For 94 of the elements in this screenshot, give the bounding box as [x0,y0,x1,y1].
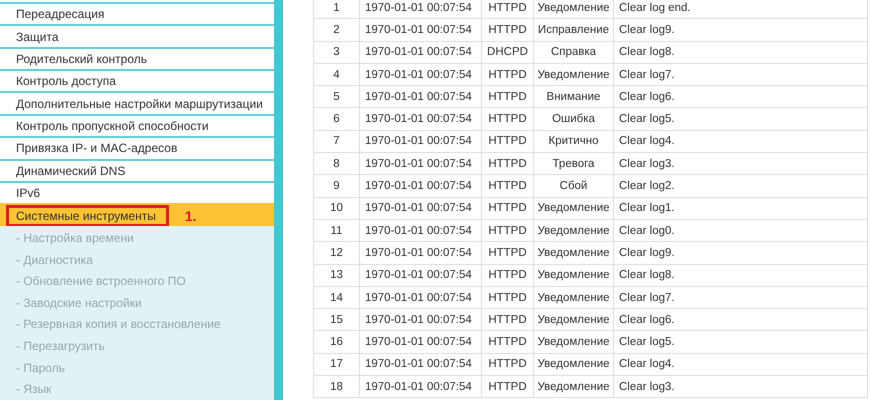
log-content: Clear log8. [614,264,868,286]
row-number: 7 [314,130,360,153]
log-time: 1970-01-01 00:07:54 [360,197,482,220]
row-number: 12 [314,242,360,264]
row-number: 15 [314,308,360,331]
row-number: 8 [314,152,360,175]
log-type: Уведомление [534,376,614,398]
log-type: Уведомление [534,353,614,376]
row-number: 2 [314,18,360,42]
log-module: HTTPD [482,353,534,376]
log-module: HTTPD [482,108,534,130]
log-type: Уведомление [534,264,614,286]
log-module: HTTPD [482,264,534,286]
log-content: Clear log3. [614,376,868,398]
log-time: 1970-01-01 00:07:54 [360,0,482,19]
log-time: 1970-01-01 00:07:54 [360,264,482,286]
row-number: 17 [314,353,360,376]
annotation-number: 1. [184,208,197,224]
log-type: Справка [534,41,614,64]
log-module: HTTPD [482,86,534,108]
log-content: Clear log8. [614,41,868,64]
log-module: HTTPD [482,63,534,86]
log-content: Clear log0. [614,219,868,242]
log-module: HTTPD [482,286,534,309]
log-module: HTTPD [482,0,534,19]
log-time: 1970-01-01 00:07:54 [360,330,482,354]
log-time: 1970-01-01 00:07:54 [360,152,482,175]
log-type: Ошибка [534,108,614,130]
log-content: Clear log7. [614,63,868,86]
log-content: Clear log7. [614,286,868,309]
log-type: Уведомление [534,308,614,331]
log-module: HTTPD [482,18,534,42]
row-number: 6 [314,108,360,130]
log-time: 1970-01-01 00:07:54 [360,219,482,242]
log-time: 1970-01-01 00:07:54 [360,376,482,398]
log-type: Уведомление [534,63,614,86]
log-type: Внимание [534,86,614,108]
log-time: 1970-01-01 00:07:54 [360,242,482,264]
log-type: Критично [534,130,614,153]
log-type: Уведомление [534,286,614,309]
log-module: HTTPD [482,197,534,220]
menu-item[interactable]: Контроль доступа [0,69,274,92]
row-number: 18 [314,376,360,398]
log-content: Clear log4. [614,353,868,376]
log-module: HTTPD [482,219,534,242]
log-content: Clear log6. [614,86,868,108]
log-module: HTTPD [482,242,534,264]
log-content: Clear log5. [614,330,868,354]
log-type: Тревога [534,152,614,175]
log-content: Clear log9. [614,242,868,264]
log-time: 1970-01-01 00:07:54 [360,286,482,309]
log-time: 1970-01-01 00:07:54 [360,308,482,331]
log-content: Clear log9. [614,18,868,42]
log-content: Clear log6. [614,308,868,331]
log-time: 1970-01-01 00:07:54 [360,353,482,376]
log-type: Сбой [534,174,614,198]
log-content: Clear log end. [614,0,868,19]
log-content: Clear log1. [614,197,868,220]
row-number: 1 [314,0,360,19]
row-number: 10 [314,197,360,220]
log-type: Уведомление [534,242,614,264]
log-type: Исправление [534,18,614,42]
log-content: Clear log4. [614,130,868,153]
log-time: 1970-01-01 00:07:54 [360,18,482,42]
row-number: 13 [314,264,360,286]
log-content: Clear log2. [614,174,868,198]
log-module: HTTPD [482,152,534,175]
log-module: HTTPD [482,376,534,398]
log-type: Уведомление [534,330,614,354]
log-time: 1970-01-01 00:07:54 [360,130,482,153]
log-type: Уведомление [534,0,614,19]
row-number: 4 [314,63,360,86]
log-time: 1970-01-01 00:07:54 [360,86,482,108]
log-time: 1970-01-01 00:07:54 [360,108,482,130]
row-number: 5 [314,86,360,108]
log-time: 1970-01-01 00:07:54 [360,41,482,64]
row-number: 3 [314,41,360,64]
log-module: HTTPD [482,174,534,198]
log-module: DHCPD [482,41,534,64]
row-number: 16 [314,330,360,354]
log-module: HTTPD [482,130,534,153]
log-time: 1970-01-01 00:07:54 [360,63,482,86]
row-number: 9 [314,174,360,198]
log-module: HTTPD [482,308,534,331]
log-type: Уведомление [534,219,614,242]
log-type: Уведомление [534,197,614,220]
row-number: 14 [314,286,360,309]
log-module: HTTPD [482,330,534,354]
log-content: Clear log3. [614,152,868,175]
row-number: 11 [314,219,360,242]
log-time: 1970-01-01 00:07:54 [360,174,482,198]
menu-item[interactable]: Переадресация [0,2,274,24]
log-content: Clear log5. [614,108,868,130]
menu-item-background[interactable]: Системные инструменты 1. [0,203,274,226]
